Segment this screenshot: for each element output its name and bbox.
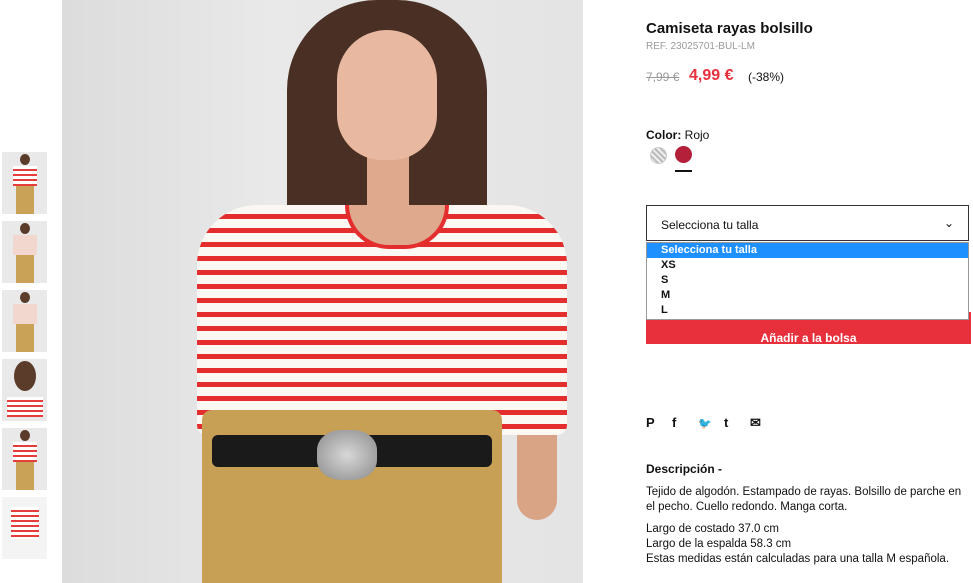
product-main-image [62, 0, 583, 583]
product-title: Camiseta rayas bolsillo [646, 20, 813, 37]
thumbnail-6[interactable] [2, 497, 47, 559]
thumbnail-5[interactable] [2, 428, 47, 490]
size-option-s[interactable]: S [647, 273, 968, 288]
new-price: 4,99 € [689, 67, 734, 84]
discount-badge: (-38%) [748, 70, 785, 84]
share-bar: Pf 🐦 t ✉ [646, 415, 776, 431]
thumbnail-1[interactable] [2, 152, 47, 214]
product-ref: REF. 23025701-BUL-LM [646, 41, 755, 52]
description-heading[interactable]: Descripción - [646, 462, 722, 476]
selected-swatch-indicator [675, 170, 692, 172]
color-label: Color: Rojo [646, 128, 709, 142]
thumbnail-4[interactable] [2, 359, 47, 421]
color-value: Rojo [684, 128, 710, 142]
mail-icon[interactable]: ✉ [750, 415, 776, 431]
facebook-icon[interactable]: f [672, 415, 698, 430]
size-select[interactable]: Selecciona tu talla ⌄ [646, 205, 969, 241]
measure-2: Largo de la espalda 58.3 cm [646, 538, 792, 550]
size-option-xs[interactable]: XS [647, 258, 968, 273]
old-price: 7,99 € [646, 70, 680, 84]
twitter-icon[interactable]: 🐦 [698, 417, 724, 430]
color-swatch-red[interactable] [675, 146, 692, 163]
size-dropdown: Selecciona tu talla XS S M L [646, 242, 969, 320]
size-option-l[interactable]: L [647, 303, 968, 318]
description-body: Tejido de algodón. Estampado de rayas. B… [646, 485, 973, 567]
size-select-label: Selecciona tu talla [661, 218, 759, 232]
measure-note: Estas medidas están calculadas para una … [646, 553, 950, 565]
color-label-title: Color: [646, 128, 682, 142]
add-to-bag-label: Añadir a la bolsa [760, 331, 857, 345]
description-text: Tejido de algodón. Estampado de rayas. B… [646, 486, 962, 513]
size-option[interactable]: Selecciona tu talla [647, 243, 968, 258]
thumbnail-2[interactable] [2, 221, 47, 283]
color-swatch-striped[interactable] [650, 147, 667, 164]
tumblr-icon[interactable]: t [724, 415, 750, 430]
measure-1: Largo de costado 37.0 cm [646, 523, 779, 535]
pinterest-icon[interactable]: P [646, 415, 672, 430]
size-option-m[interactable]: M [647, 288, 968, 303]
chevron-down-icon: ⌄ [943, 216, 954, 230]
thumbnail-3[interactable] [2, 290, 47, 352]
